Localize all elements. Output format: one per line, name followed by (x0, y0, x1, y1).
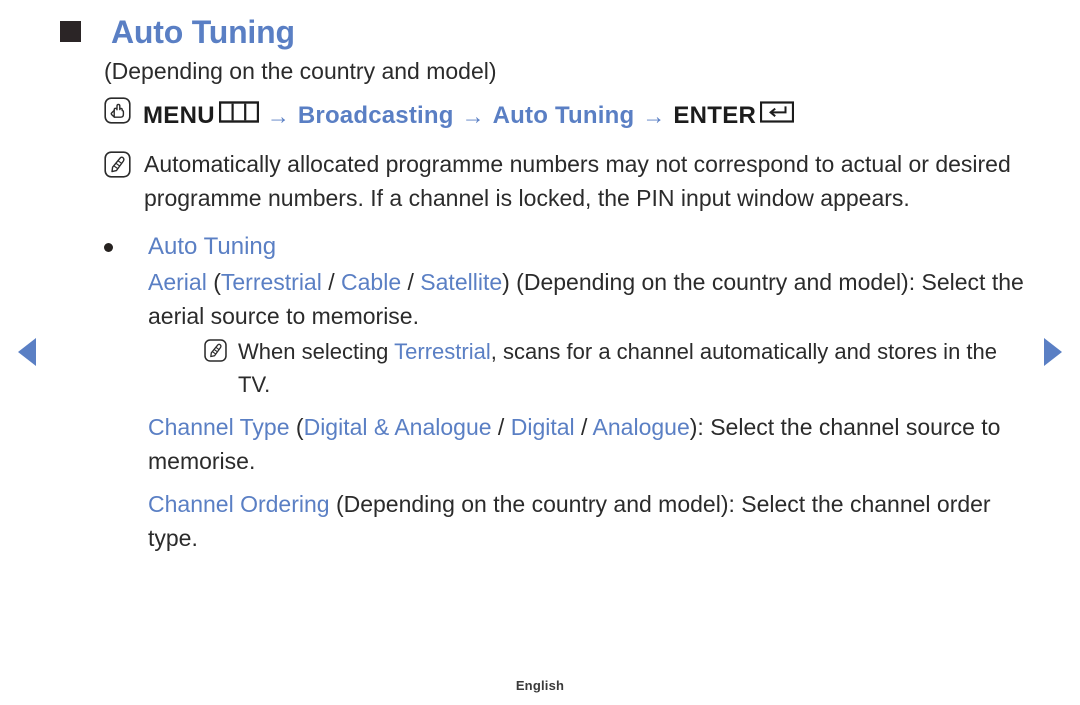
aerial-option-satellite: Satellite (420, 269, 503, 295)
next-page-arrow[interactable] (1044, 338, 1062, 366)
aerial-sep-1: / (321, 269, 342, 295)
round-bullet-icon (104, 243, 113, 252)
note-block-primary: Automatically allocated programme number… (104, 147, 1034, 215)
menu-path: MENU → Broadcasting → Auto Tuning → ENTE… (104, 97, 1034, 134)
aerial-paragraph: Aerial (Terrestrial / Cable / Satellite)… (148, 265, 1034, 333)
page-subtitle: (Depending on the country and model) (104, 58, 497, 84)
menu-label: MENU (143, 101, 215, 129)
page-header: Auto Tuning (60, 12, 295, 52)
enter-keycap-icon (760, 99, 795, 133)
note-block-nested: When selecting Terrestrial, scans for a … (204, 335, 1034, 401)
channel-ordering-term: Channel Ordering (148, 491, 330, 517)
aerial-close-paren: ) (502, 269, 510, 295)
aerial-option-cable: Cable (341, 269, 402, 295)
nested-note-prefix: When selecting (238, 339, 395, 364)
channel-type-term: Channel Type (148, 414, 290, 440)
note-text-nested: When selecting Terrestrial, scans for a … (238, 335, 1034, 401)
content-column: (Depending on the country and model) MEN… (104, 54, 1034, 557)
bullet-body: Auto Tuning Aerial (Terrestrial / Cable … (148, 229, 1034, 557)
previous-page-arrow[interactable] (18, 338, 36, 366)
enter-label: ENTER (673, 101, 757, 129)
channel-type-paragraph: Channel Type (Digital & Analogue / Digit… (148, 410, 1034, 478)
channel-type-close-paren: ): (689, 414, 704, 440)
document-page: Auto Tuning (Depending on the country an… (0, 0, 1080, 705)
channel-type-open-paren: ( (289, 414, 304, 440)
aerial-open-paren: ( (206, 269, 221, 295)
aerial-qualifier: (Depending on the country and model): (509, 269, 916, 295)
bullet-section: Auto Tuning Aerial (Terrestrial / Cable … (104, 229, 1034, 557)
aerial-option-terrestrial: Terrestrial (220, 269, 322, 295)
channel-type-sep-2: / (574, 414, 593, 440)
footer-language: English (515, 678, 565, 693)
aerial-sep-2: / (401, 269, 421, 295)
channel-type-option-analogue: Analogue (592, 414, 690, 440)
hand-press-icon (104, 97, 131, 134)
channel-type-sep-1: / (491, 414, 511, 440)
path-step-auto-tuning[interactable]: Auto Tuning (493, 99, 635, 133)
channel-ordering-paragraph: Channel Ordering (Depending on the count… (148, 487, 1034, 555)
note-text-primary: Automatically allocated programme number… (144, 151, 1011, 211)
square-bullet-icon (60, 21, 81, 42)
aerial-term: Aerial (148, 269, 207, 295)
path-arrow-1: → (266, 102, 290, 129)
path-step-broadcasting[interactable]: Broadcasting (298, 99, 454, 133)
note-pencil-icon (204, 339, 227, 367)
channel-type-option-digital: Digital (510, 414, 575, 440)
bullet-heading-auto-tuning: Auto Tuning (148, 233, 277, 260)
path-arrow-2: → (461, 102, 485, 129)
channel-ordering-qualifier: (Depending on the country and model): (329, 491, 735, 517)
menu-keycap-icon (218, 99, 260, 133)
nested-note-highlight: Terrestrial (394, 339, 491, 364)
note-pencil-icon (104, 151, 131, 183)
channel-type-option-digital-analogue: Digital & Analogue (303, 414, 492, 440)
path-arrow-3: → (642, 102, 666, 129)
page-title: Auto Tuning (111, 14, 295, 50)
